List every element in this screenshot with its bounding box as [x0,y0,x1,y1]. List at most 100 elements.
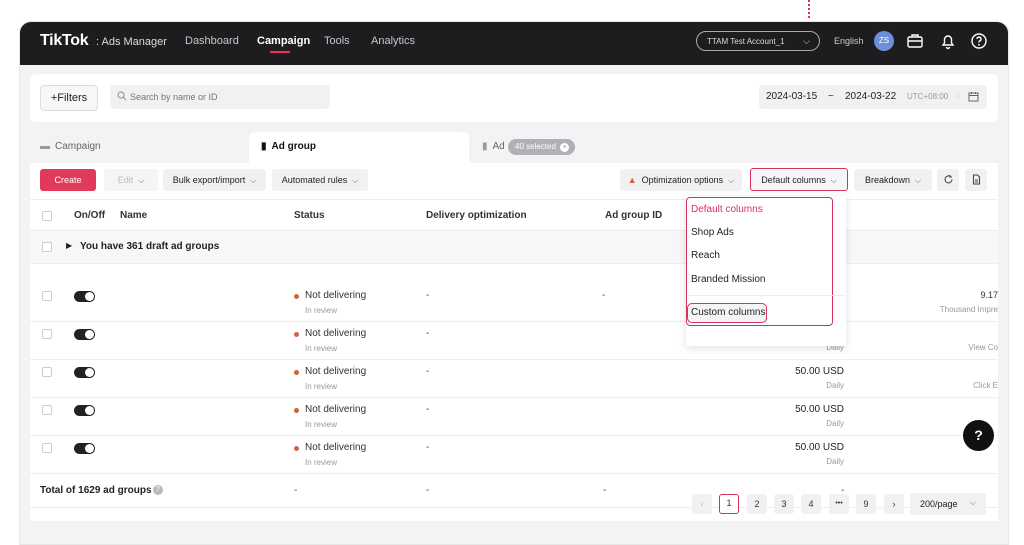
breakdown-button[interactable]: Breakdown ⌵ [854,169,932,191]
menu-item-default-columns[interactable]: Default columns [691,204,763,215]
folder-icon: ▬ [40,141,50,152]
page-1[interactable]: 1 [719,494,739,514]
status-text: Not delivering [305,328,367,339]
nav-tools[interactable]: Tools [324,35,350,47]
clear-icon[interactable]: × [560,143,570,152]
columns-label: Default columns [761,175,826,185]
selected-count: 40 selected [515,142,556,151]
table-row[interactable]: Not delivering In review - 50.00 USD Daily [30,398,998,436]
status-text: Not delivering [305,404,367,415]
status-text: Not delivering [305,442,367,453]
on-off-toggle[interactable] [74,329,95,340]
export-button[interactable] [965,169,987,191]
status-subtext: In review [305,306,338,315]
status-text: Not delivering [305,366,367,377]
create-button[interactable]: Create [40,169,96,191]
account-selector[interactable]: TTAM Test Account_1 ⌵ [696,31,820,51]
draft-checkbox[interactable] [42,242,52,252]
refresh-button[interactable] [937,169,959,191]
budget-period: Daily [826,381,844,390]
account-name: TTAM Test Account_1 [707,37,785,46]
briefcase-icon[interactable] [905,31,925,51]
on-off-toggle[interactable] [74,443,95,454]
date-range-picker[interactable]: 2024-03-15 ~ 2024-03-22 UTC+08:00 ◌ [759,85,987,109]
page-ellipsis[interactable]: ••• [829,494,849,514]
bulk-export-button[interactable]: Bulk export/import ⌵ [163,169,266,191]
warning-icon: ▲ [627,175,637,185]
chevron-down-icon: ⌵ [914,176,922,185]
default-columns-button[interactable]: Default columns ⌵ [750,168,848,191]
date-separator: ~ [828,91,834,102]
tiktok-logo[interactable]: TikTok [40,32,89,50]
info-icon[interactable]: ? [153,485,163,495]
search-box[interactable] [110,85,330,109]
floating-help-button[interactable]: ? [963,420,994,451]
row-checkbox[interactable] [42,291,52,301]
search-input[interactable] [130,85,325,109]
info-icon: ◌ [955,90,961,100]
menu-item-reach[interactable]: Reach [691,250,720,261]
table-row[interactable]: Not delivering In review - - 9.17 Thousand Im… [30,284,998,322]
header-delivery[interactable]: Delivery optimization [426,210,527,221]
header-onoff[interactable]: On/Off [74,210,105,221]
nav-campaign[interactable]: Campaign [257,35,310,47]
table-row[interactable]: Not delivering In review - 50.00 USD Daily Cl… [30,360,998,398]
row-checkbox[interactable] [42,329,52,339]
page-2[interactable]: 2 [747,494,767,514]
status-text: Not delivering [305,290,367,301]
automated-rules-button[interactable]: Automated rules ⌵ [272,169,368,191]
menu-item-custom-columns[interactable]: Custom columns [691,307,765,318]
delivery-optimization: - [426,328,430,339]
table-row[interactable]: Not delivering In review - 50.00 USD Daily [30,436,998,474]
header-name[interactable]: Name [120,210,147,221]
row-checkbox[interactable] [42,405,52,415]
document-icon [972,174,980,185]
status-dot [294,332,299,337]
row-checkbox[interactable] [42,443,52,453]
header-adgroup-id[interactable]: Ad group ID [605,210,662,221]
dotted-marker [808,0,810,18]
date-end: 2024-03-22 [845,91,897,102]
draft-row[interactable]: ▶ You have 361 draft ad groups [30,231,998,264]
menu-item-branded-mission[interactable]: Branded Mission [691,274,765,285]
table-row[interactable]: Not delivering In review - Daily View Co [30,322,998,360]
optimization-options-button[interactable]: ▲ Optimization options ⌵ [620,169,742,191]
ad-group-id: - [602,290,606,301]
on-off-toggle[interactable] [74,405,95,416]
header-status[interactable]: Status [294,210,325,221]
tab-campaign[interactable]: ▬ Campaign [40,132,240,164]
page-size-select[interactable]: 200/page ⌵ [910,493,986,515]
filters-button[interactable]: +Filters [40,85,98,111]
next-page-button[interactable]: › [884,494,904,514]
select-all-checkbox[interactable] [42,211,52,221]
page-9[interactable]: 9 [856,494,876,514]
row-checkbox[interactable] [42,367,52,377]
menu-divider [688,295,845,296]
language-selector[interactable]: English [834,36,864,46]
status-dot [294,446,299,451]
tab-ad-group[interactable]: ▮ Ad group [249,132,469,164]
nav-active-underline [270,51,290,53]
selected-badge[interactable]: 40 selected × [508,139,576,155]
total-delivery: - [426,485,430,496]
app-window: TikTok : Ads Manager Dashboard Campaign … [19,21,1009,545]
prev-page-button[interactable]: ‹ [692,494,712,514]
draft-text: You have 361 draft ad groups [80,241,220,252]
help-circle-icon[interactable] [969,31,989,51]
nav-analytics[interactable]: Analytics [371,35,415,47]
top-navigation-bar: TikTok : Ads Manager Dashboard Campaign … [20,22,1008,65]
on-off-toggle[interactable] [74,291,95,302]
status-dot [294,294,299,299]
on-off-toggle[interactable] [74,367,95,378]
budget-value: 50.00 USD [795,442,844,453]
timezone-label: UTC+08:00 [907,92,949,101]
caret-right-icon[interactable]: ▶ [66,241,72,250]
edit-button[interactable]: Edit ⌵ [104,169,158,191]
page-4[interactable]: 4 [801,494,821,514]
bell-icon[interactable] [938,31,958,51]
menu-item-shop-ads[interactable]: Shop Ads [691,227,734,238]
nav-dashboard[interactable]: Dashboard [185,35,239,47]
calendar-icon[interactable] [968,91,979,102]
page-3[interactable]: 3 [774,494,794,514]
avatar[interactable]: ZS [874,31,894,51]
